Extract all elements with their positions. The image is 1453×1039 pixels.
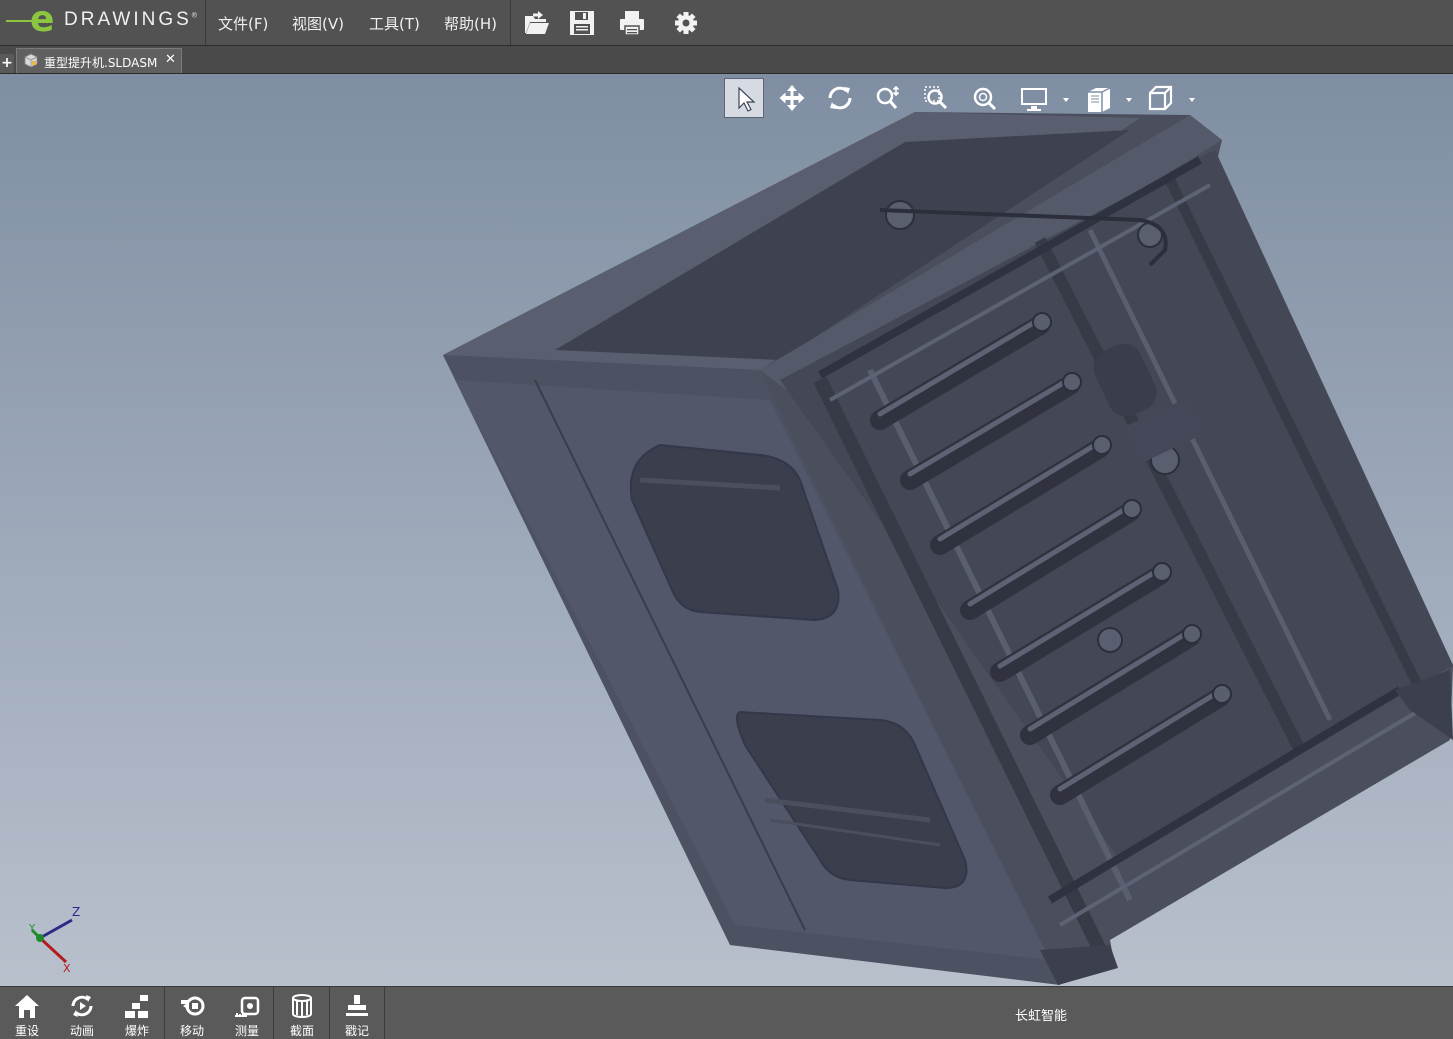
tab-document[interactable]: 重型提升机.SLDASM ✕ <box>16 48 182 73</box>
menu-tools[interactable]: 工具(T) <box>369 13 420 34</box>
display-style-dropdown-icon[interactable] <box>1063 98 1069 102</box>
bottom-toolbar-separator <box>384 987 385 1039</box>
triad-z-label: Z <box>72 905 80 919</box>
zoom-fit-icon[interactable] <box>964 78 1004 118</box>
section-button[interactable]: 截面 <box>275 987 329 1039</box>
menubar: e DRAWINGS® 文件(F) 视图(V) 工具(T) 帮助(H) <box>0 0 1453 46</box>
bottom-toolbar: 重设 动画 爆炸 移动 测量 截面 戳记 长虹智能 <box>0 986 1453 1039</box>
zoom-area-icon[interactable] <box>916 78 956 118</box>
bottom-toolbar-separator <box>273 987 274 1039</box>
print-icon[interactable] <box>617 8 647 38</box>
measure-label: 测量 <box>234 1024 259 1038</box>
tab-document-label: 重型提升机.SLDASM <box>44 56 158 70</box>
menu-help[interactable]: 帮助(H) <box>444 13 497 34</box>
logo-word-text: DRAWINGS <box>64 9 192 30</box>
measure-button[interactable]: 测量 <box>220 987 274 1039</box>
section-label: 截面 <box>289 1024 314 1038</box>
status-text: 长虹智能 <box>1015 1009 1068 1024</box>
reset-button[interactable]: 重设 <box>0 987 54 1039</box>
rotate-icon[interactable] <box>820 78 860 118</box>
triad-x-label: X <box>63 962 71 974</box>
measure-icon <box>235 996 260 1017</box>
pan-icon[interactable] <box>772 78 812 118</box>
menu-separator <box>510 0 511 45</box>
explode-icon <box>125 995 148 1018</box>
edrawings-logo: e DRAWINGS® <box>0 0 206 45</box>
logo-arrow-line <box>6 20 32 22</box>
view-orientation-icon[interactable] <box>1078 78 1118 118</box>
animate-button[interactable]: 动画 <box>55 987 109 1039</box>
menu-view[interactable]: 视图(V) <box>292 13 344 34</box>
open-icon[interactable] <box>521 8 551 38</box>
stamp-icon <box>346 995 368 1016</box>
logo-mark: e <box>30 0 55 40</box>
stamp-label: 戳记 <box>344 1024 369 1038</box>
assembly-icon <box>24 53 38 68</box>
model-render <box>443 112 1453 985</box>
section-icon <box>292 994 312 1018</box>
standard-views-icon[interactable] <box>1140 78 1180 118</box>
document-tab-bar: + 重型提升机.SLDASM ✕ <box>0 46 1453 74</box>
axis-triad: Z X Y <box>28 905 80 974</box>
move-button[interactable]: 移动 <box>165 987 219 1039</box>
standard-views-dropdown-icon[interactable] <box>1189 98 1195 102</box>
animate-icon <box>71 995 93 1017</box>
add-tab-button[interactable]: + <box>0 54 14 73</box>
triad-y-label: Y <box>28 923 36 934</box>
save-icon[interactable] <box>567 8 597 38</box>
3d-viewport[interactable]: Z X Y <box>0 74 1453 986</box>
stamp-button[interactable]: 戳记 <box>330 987 384 1039</box>
move-label: 移动 <box>179 1024 204 1038</box>
heavy-lift-assembly <box>443 112 1453 985</box>
view-orientation-dropdown-icon[interactable] <box>1126 98 1132 102</box>
close-tab-icon[interactable]: ✕ <box>165 52 176 67</box>
reset-label: 重设 <box>14 1024 39 1038</box>
home-icon <box>15 995 39 1018</box>
zoom-icon[interactable] <box>868 78 908 118</box>
logo-registered-mark: ® <box>191 12 197 20</box>
logo-word: DRAWINGS® <box>64 9 197 31</box>
explode-label: 爆炸 <box>124 1024 149 1038</box>
menu-file[interactable]: 文件(F) <box>218 13 268 34</box>
settings-icon[interactable] <box>671 8 701 38</box>
explode-button[interactable]: 爆炸 <box>110 987 164 1039</box>
select-icon[interactable] <box>724 78 764 118</box>
display-style-icon[interactable] <box>1014 78 1054 118</box>
move-icon <box>181 996 205 1016</box>
animate-label: 动画 <box>69 1024 94 1038</box>
